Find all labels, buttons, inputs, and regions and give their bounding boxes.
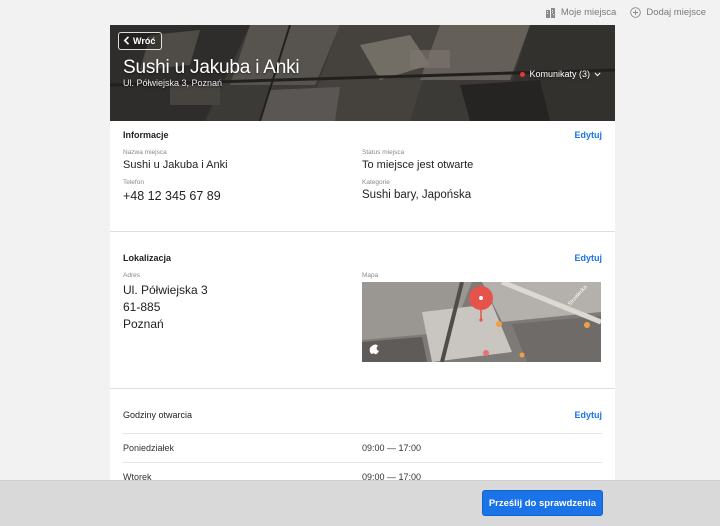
- hours-edit-link[interactable]: Edytuj: [574, 410, 602, 420]
- map-image: Strzelecka: [362, 282, 601, 362]
- hero-header: Wróć Sushi u Jakuba i Anki Ul. Półwiejsk…: [110, 25, 615, 121]
- place-card: Wróć Sushi u Jakuba i Anki Ul. Półwiejsk…: [110, 25, 615, 485]
- info-section: Informacje Edytuj Nazwa miejsca Sushi u …: [110, 121, 615, 232]
- top-bar: Moje miejsca Dodaj miejsce: [0, 0, 720, 25]
- alerts-label: Komunikaty (3): [529, 69, 590, 79]
- category-field: Kategorie Sushi bary, Japońska: [362, 179, 471, 203]
- submit-for-review-button[interactable]: Prześlij do sprawdzenia: [482, 491, 602, 515]
- phone-field: Telefon +48 12 345 67 89: [123, 179, 362, 203]
- phone-value: +48 12 345 67 89: [123, 189, 221, 203]
- hours-time: 09:00 — 17:00: [362, 443, 422, 453]
- category-value: Sushi bary, Japońska: [362, 189, 472, 201]
- category-label: Kategorie: [362, 179, 390, 186]
- phone-label: Telefon: [123, 179, 144, 186]
- map-label: Mapa: [362, 272, 379, 279]
- my-places-link[interactable]: Moje miejsca: [545, 7, 616, 18]
- my-places-label: Moje miejsca: [560, 7, 617, 18]
- address-field: Adres Ul. Półwiejska 3 61-885 Poznań: [123, 272, 362, 362]
- address-postcode: 61-885: [123, 300, 161, 314]
- info-edit-link[interactable]: Edytuj: [574, 130, 602, 140]
- place-title: Sushi u Jakuba i Anki: [123, 57, 300, 78]
- status-field: Status miejsca To miejsce jest otwarte: [362, 149, 473, 171]
- plus-circle-icon: [630, 7, 642, 18]
- map-preview[interactable]: Strzelecka: [362, 282, 601, 362]
- address-street: Ul. Półwiejska 3: [123, 283, 208, 297]
- info-section-title: Informacje: [123, 130, 169, 140]
- status-label: Status miejsca: [362, 149, 405, 156]
- alert-dot-icon: [520, 71, 526, 77]
- status-value: To miejsce jest otwarte: [362, 159, 474, 171]
- map-field: Mapa Strzelecka: [362, 272, 602, 362]
- place-address-subtitle: Ul. Półwiejska 3, Poznań: [123, 78, 223, 88]
- building-icon: [545, 7, 556, 18]
- address-label: Adres: [123, 272, 140, 279]
- footer-bar: Prześlij do sprawdzenia: [0, 480, 720, 526]
- location-edit-link[interactable]: Edytuj: [574, 253, 602, 263]
- location-section-title: Lokalizacja: [123, 253, 172, 263]
- place-name-field: Nazwa miejsca Sushi u Jakuba i Anki: [123, 149, 362, 171]
- location-section: Lokalizacja Edytuj Adres Ul. Półwiejska …: [110, 232, 615, 389]
- chevron-down-icon: [594, 69, 601, 79]
- place-name-value: Sushi u Jakuba i Anki: [123, 159, 228, 171]
- place-name-label: Nazwa miejsca: [123, 149, 167, 156]
- address-city: Poznań: [123, 317, 164, 331]
- hours-day: Poniedziałek: [123, 443, 175, 453]
- alerts-dropdown[interactable]: Komunikaty (3): [520, 69, 601, 79]
- hours-section: Godziny otwarcia Edytuj Poniedziałek 09:…: [110, 389, 615, 485]
- back-label: Wróć: [133, 36, 156, 46]
- hours-section-title: Godziny otwarcia: [123, 410, 193, 420]
- hours-row-monday: Poniedziałek 09:00 — 17:00: [123, 433, 602, 462]
- add-place-label: Dodaj miejsce: [646, 7, 706, 18]
- add-place-link[interactable]: Dodaj miejsce: [630, 7, 706, 18]
- chevron-left-icon: [123, 35, 130, 47]
- back-button[interactable]: Wróć: [118, 32, 163, 50]
